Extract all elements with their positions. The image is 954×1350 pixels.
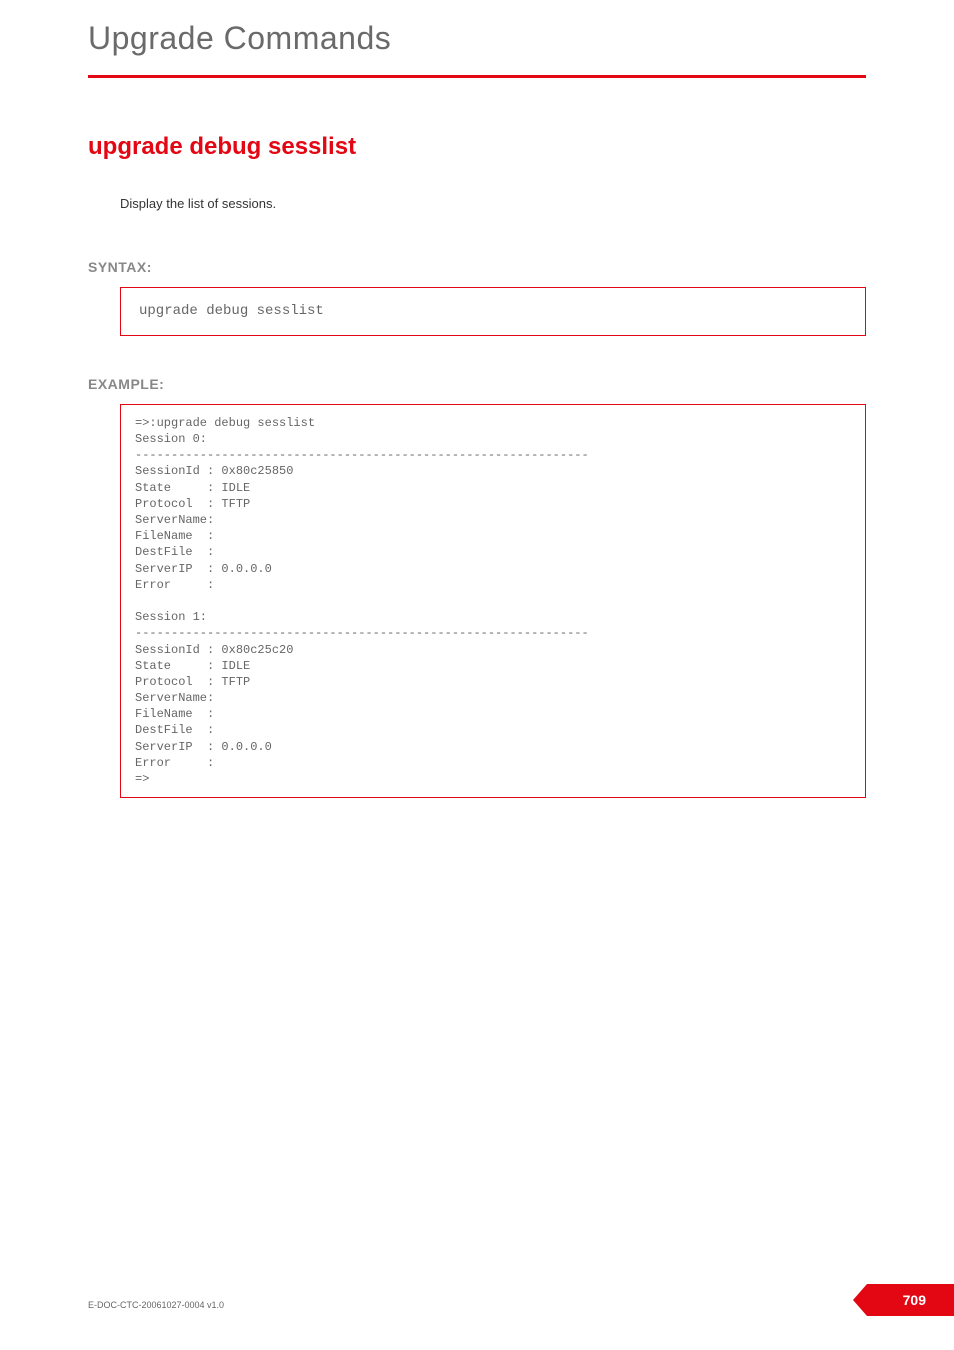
- chapter-title: Upgrade Commands: [88, 20, 866, 57]
- document-id: E-DOC-CTC-20061027-0004 v1.0: [88, 1300, 224, 1310]
- syntax-code-block: upgrade debug sesslist: [120, 287, 866, 336]
- page-footer: E-DOC-CTC-20061027-0004 v1.0 709: [88, 1300, 954, 1310]
- example-heading: EXAMPLE:: [88, 376, 866, 392]
- page-number-badge: 709: [867, 1284, 954, 1316]
- section-title: upgrade debug sesslist: [88, 133, 866, 161]
- section-description: Display the list of sessions.: [120, 196, 866, 211]
- section-divider: [88, 75, 866, 78]
- syntax-heading: SYNTAX:: [88, 259, 866, 275]
- example-code-block: =>:upgrade debug sesslist Session 0: ---…: [120, 404, 866, 798]
